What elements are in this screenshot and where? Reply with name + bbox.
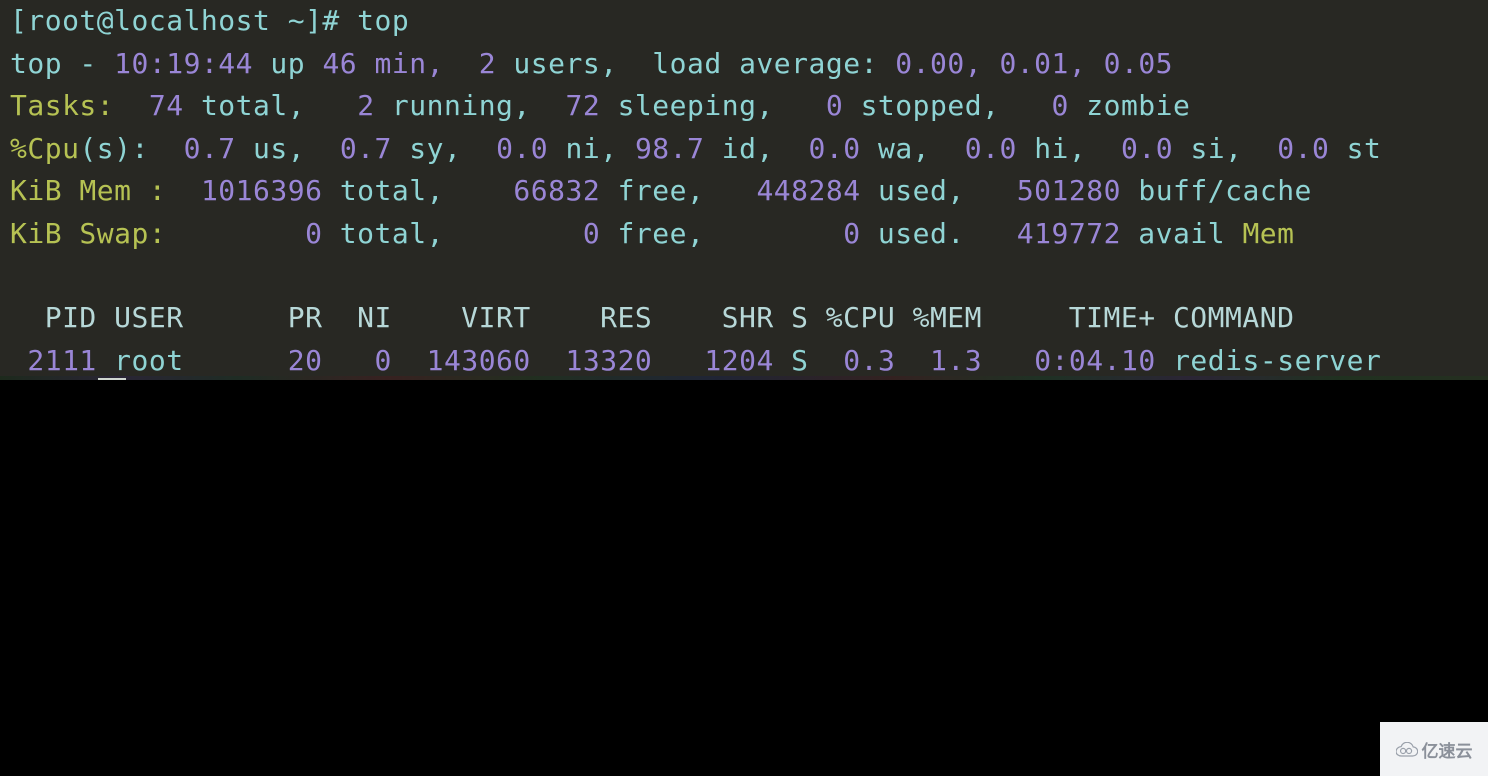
cpu-hi-value: 0.0 <box>964 131 1017 165</box>
top-mem-line: KiB Mem : 1016396 total, 66832 free, 448… <box>0 170 1488 213</box>
mem-total-value: 1016396 <box>200 174 323 207</box>
cloud-icon <box>1395 741 1418 757</box>
row-shr: 1204 <box>704 343 774 377</box>
top-users-count: 2 <box>478 46 497 80</box>
tasks-total-value: 74 <box>148 89 184 122</box>
watermark-text: 亿速云 <box>1421 741 1473 762</box>
mem-buffcache-label: buff/cache <box>1138 174 1312 207</box>
cpu-st-label: st <box>1346 131 1382 165</box>
row-time: 0:04.10 <box>1034 343 1156 377</box>
row-state: S <box>791 343 809 377</box>
swap-used-value: 0 <box>843 216 861 250</box>
top-loadavg-15min: 0.05 <box>1103 46 1174 80</box>
mem-label: KiB Mem : <box>10 174 167 207</box>
row-command: redis-server <box>1173 343 1382 377</box>
top-swap-line: KiB Swap: 0 total, 0 free, 0 used. 41977… <box>0 213 1488 256</box>
top-cpu-line: %Cpu(s): 0.7 us, 0.7 sy, 0.0 ni, 98.7 id… <box>0 128 1488 171</box>
tasks-running-value: 2 <box>357 89 375 122</box>
swap-total-label: total, <box>339 216 444 250</box>
top-tasks-line: Tasks: 74 total, 2 running, 72 sleeping,… <box>0 85 1488 128</box>
mem-free-value: 66832 <box>513 174 601 207</box>
mem-free-label: free, <box>617 174 705 207</box>
swap-used-label: used. <box>877 216 965 250</box>
mem-total-label: total, <box>339 174 444 207</box>
tasks-running-label: running, <box>391 89 531 122</box>
swap-label: KiB Swap: <box>10 216 167 250</box>
cpu-wa-label: wa, <box>877 131 931 165</box>
top-up-label: up <box>270 46 306 80</box>
swap-free-label: free, <box>617 216 705 250</box>
watermark: 亿速云 <box>1380 722 1488 776</box>
tasks-stopped-value: 0 <box>825 89 844 122</box>
mem-buffcache-value: 501280 <box>1016 174 1121 207</box>
row-cpu: 0.3 <box>843 343 896 377</box>
mem-used-value: 448284 <box>756 174 861 207</box>
swap-avail-mem-suffix: Mem <box>1242 216 1295 250</box>
top-loadavg-label: load average: <box>652 46 878 80</box>
cpu-us-label: us, <box>253 131 306 165</box>
process-table-header[interactable]: PID USER PR NI VIRT RES SHR S %CPU %MEM … <box>0 297 1488 340</box>
swap-free-value: 0 <box>582 216 601 250</box>
tasks-stopped-label: stopped, <box>860 89 1000 122</box>
cpu-label-suffix: (s): <box>79 131 149 165</box>
tasks-zombie-label: zombie <box>1086 89 1191 122</box>
cpu-label: %Cpu <box>10 131 80 165</box>
tasks-sleeping-label: sleeping, <box>617 89 774 122</box>
tasks-label: Tasks: <box>10 89 115 122</box>
top-loadavg-5min: 0.01, <box>999 46 1087 80</box>
cpu-wa-value: 0.0 <box>808 131 861 165</box>
cpu-sy-label: sy, <box>409 131 462 165</box>
cpu-ni-value: 0.0 <box>496 131 549 165</box>
row-pr: 20 <box>287 343 323 377</box>
swap-avail-label: avail <box>1138 216 1226 250</box>
shell-command: top <box>357 4 410 37</box>
top-loadavg-1min: 0.00, <box>895 46 983 80</box>
cpu-id-value: 98.7 <box>634 131 705 165</box>
tasks-sleeping-value: 72 <box>565 89 601 122</box>
swap-total-value: 0 <box>305 216 323 250</box>
row-user: root <box>114 343 184 377</box>
terminal-prompt-line: [root@localhost ~]# top <box>0 0 1488 43</box>
capture-artifact-strip <box>0 376 1488 380</box>
row-virt: 143060 <box>426 343 531 377</box>
shell-prompt: [root@localhost ~]# <box>10 4 358 37</box>
table-row[interactable]: 2111 root 20 0 143060 13320 1204 S 0.3 1… <box>0 340 1488 381</box>
top-uptime-line: top - 10:19:44 up 46 min, 2 users, load … <box>0 43 1488 86</box>
cpu-st-value: 0.0 <box>1277 131 1330 165</box>
terminal-window[interactable]: [root@localhost ~]# top top - 10:19:44 u… <box>0 0 1488 380</box>
cpu-ni-label: ni, <box>565 131 618 165</box>
row-res: 13320 <box>565 343 653 377</box>
row-mem: 1.3 <box>930 343 983 377</box>
row-ni: 0 <box>374 343 392 377</box>
tasks-zombie-value: 0 <box>1051 89 1069 122</box>
top-current-time: 10:19:44 <box>114 46 254 80</box>
cpu-si-label: si, <box>1190 131 1243 165</box>
cpu-sy-value: 0.7 <box>339 131 392 165</box>
capture-artifact-underline <box>98 378 126 380</box>
row-pid: 2111 <box>27 343 97 377</box>
swap-avail-value: 419772 <box>1016 216 1121 250</box>
cpu-id-label: id, <box>721 131 774 165</box>
cpu-si-value: 0.0 <box>1121 131 1174 165</box>
mem-used-label: used, <box>877 174 965 207</box>
cpu-us-value: 0.7 <box>183 131 236 165</box>
cpu-hi-label: hi, <box>1034 131 1087 165</box>
top-program-label: top - <box>10 46 97 80</box>
tasks-total-label: total, <box>200 89 306 122</box>
top-uptime-value: 46 min, <box>322 46 444 80</box>
top-users-label: users, <box>513 46 618 80</box>
